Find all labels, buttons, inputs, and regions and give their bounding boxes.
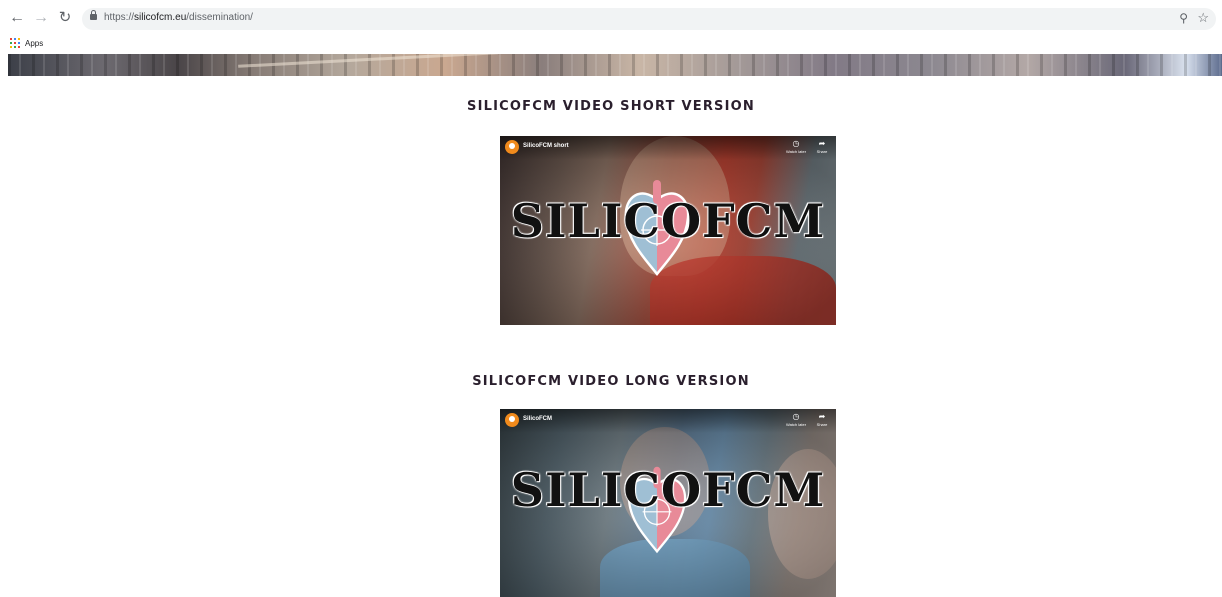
bookmark-star-icon[interactable]: ☆ (1197, 10, 1209, 26)
url-scheme: https:// (104, 12, 135, 23)
header-banner-image (8, 54, 1222, 76)
share-arrow-icon: ➦ (818, 139, 826, 148)
video-top-bar: SilicoFCM short ◷ Watch later ➦ Share (500, 136, 836, 160)
video-player-short[interactable]: SILICOFCM SilicoFCM short ◷ Watch later … (500, 136, 836, 325)
url-path: /dissemination/ (186, 12, 253, 23)
back-arrow-icon[interactable]: ← (8, 9, 26, 27)
logo-text: SILICOFCM (510, 194, 826, 248)
watch-later-label: Watch later (785, 422, 807, 427)
channel-avatar-icon[interactable] (505, 140, 519, 154)
zoom-icon[interactable]: ⚲ (1179, 11, 1188, 25)
apps-grid-icon (10, 38, 20, 48)
section-title-long-version: SILICOFCM VIDEO LONG VERSION (472, 374, 750, 389)
logo-text: SILICOFCM (510, 463, 826, 517)
channel-avatar-icon[interactable] (505, 413, 519, 427)
clock-icon: ◷ (792, 412, 800, 421)
watch-later-label: Watch later (785, 149, 807, 154)
lock-icon (90, 10, 97, 20)
video-top-bar: SilicoFCM ◷ Watch later ➦ Share (500, 409, 836, 433)
url-host: silicofcm.eu (134, 12, 187, 23)
address-bar[interactable]: https://silicofcm.eu/dissemination/ ⚲ ☆ (82, 8, 1216, 30)
share-arrow-icon: ➦ (818, 412, 826, 421)
clock-icon: ◷ (792, 139, 800, 148)
silicofcm-logo: SILICOFCM (500, 409, 836, 597)
video-title-link[interactable]: SilicoFCM short (523, 143, 569, 149)
share-label: Share (816, 422, 828, 427)
share-label: Share (816, 149, 828, 154)
video-title-link[interactable]: SilicoFCM (523, 416, 552, 422)
bookmark-label: Apps (25, 38, 44, 48)
forward-arrow-icon[interactable]: → (32, 9, 50, 27)
section-title-short-version: SILICOFCM VIDEO SHORT VERSION (467, 99, 755, 114)
browser-chrome: ← → ↻ https://silicofcm.eu/dissemination… (0, 0, 1222, 54)
video-player-long[interactable]: SILICOFCM SilicoFCM ◷ Watch later ➦ Shar… (500, 409, 836, 597)
url-text[interactable]: https://silicofcm.eu/dissemination/ (104, 12, 253, 23)
silicofcm-logo: SILICOFCM (500, 136, 836, 325)
share-button[interactable]: ➦ Share (810, 139, 834, 155)
watch-later-button[interactable]: ◷ Watch later (784, 412, 808, 428)
watch-later-button[interactable]: ◷ Watch later (784, 139, 808, 155)
share-button[interactable]: ➦ Share (810, 412, 834, 428)
bookmark-apps[interactable]: Apps (10, 36, 43, 50)
reload-icon[interactable]: ↻ (56, 9, 74, 27)
